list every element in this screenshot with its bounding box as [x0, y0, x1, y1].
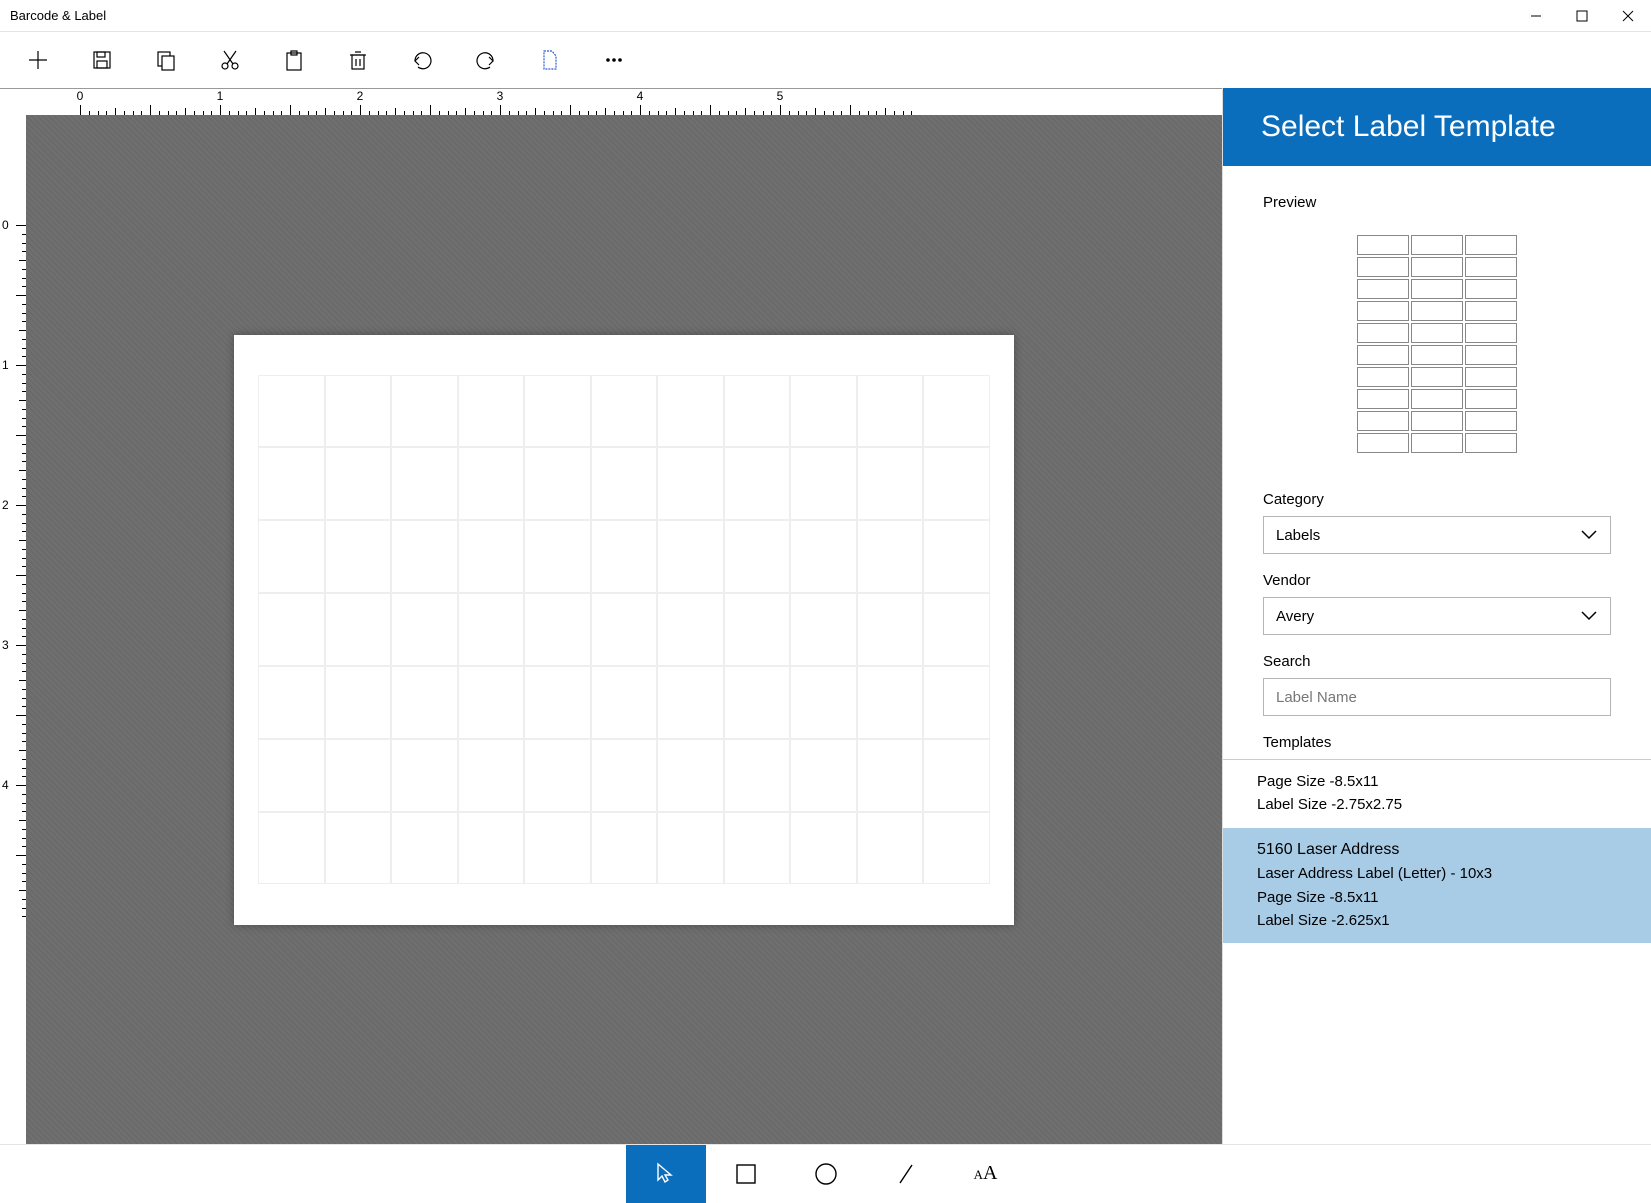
- paste-button[interactable]: [262, 32, 326, 88]
- new-button[interactable]: [6, 32, 70, 88]
- template-item[interactable]: 5160 Laser Address Laser Address Label (…: [1223, 828, 1651, 944]
- text-icon: AA: [974, 1162, 998, 1185]
- minimize-button[interactable]: [1513, 0, 1559, 32]
- panel-title: Select Label Template: [1223, 88, 1651, 166]
- preview-label: Preview: [1263, 194, 1611, 211]
- app-title: Barcode & Label: [10, 8, 1513, 23]
- copy-button[interactable]: [134, 32, 198, 88]
- more-button[interactable]: [582, 32, 646, 88]
- top-toolbar: [0, 32, 1651, 88]
- template-preview: [1263, 235, 1611, 453]
- category-label: Category: [1263, 491, 1611, 508]
- template-item[interactable]: Page Size -8.5x11 Label Size -2.75x2.75: [1223, 760, 1651, 828]
- template-label-size: Label Size -2.625x1: [1257, 909, 1617, 932]
- redo-button[interactable]: [454, 32, 518, 88]
- vendor-label: Vendor: [1263, 572, 1611, 589]
- save-button[interactable]: [70, 32, 134, 88]
- template-page-size: Page Size -8.5x11: [1257, 886, 1617, 909]
- template-label-size: Label Size -2.75x2.75: [1257, 793, 1617, 816]
- canvas-background[interactable]: [26, 115, 1222, 1144]
- ellipse-tool[interactable]: [786, 1145, 866, 1203]
- rectangle-tool[interactable]: [706, 1145, 786, 1203]
- close-button[interactable]: [1605, 0, 1651, 32]
- templates-list: Page Size -8.5x11 Label Size -2.75x2.75 …: [1223, 759, 1651, 943]
- template-page-size: Page Size -8.5x11: [1257, 770, 1617, 793]
- line-tool[interactable]: [866, 1145, 946, 1203]
- delete-button[interactable]: [326, 32, 390, 88]
- chevron-down-icon: [1580, 610, 1598, 622]
- chevron-down-icon: [1580, 529, 1598, 541]
- canvas-area: 012345 01234: [0, 88, 1222, 1144]
- template-desc: Laser Address Label (Letter) - 10x3: [1257, 862, 1617, 885]
- category-value: Labels: [1276, 527, 1320, 544]
- maximize-button[interactable]: [1559, 0, 1605, 32]
- titlebar: Barcode & Label: [0, 0, 1651, 32]
- search-input[interactable]: [1263, 678, 1611, 716]
- page-button[interactable]: [518, 32, 582, 88]
- select-tool[interactable]: [626, 1145, 706, 1203]
- template-panel: Select Label Template Preview Category L…: [1222, 88, 1651, 1144]
- templates-label: Templates: [1263, 734, 1611, 751]
- text-tool[interactable]: AA: [946, 1145, 1026, 1203]
- cut-button[interactable]: [198, 32, 262, 88]
- ruler-horizontal: 012345: [26, 89, 1222, 115]
- vendor-value: Avery: [1276, 608, 1314, 625]
- template-title: 5160 Laser Address: [1257, 838, 1617, 863]
- vendor-dropdown[interactable]: Avery: [1263, 597, 1611, 635]
- ruler-vertical: 01234: [0, 115, 26, 1144]
- category-dropdown[interactable]: Labels: [1263, 516, 1611, 554]
- undo-button[interactable]: [390, 32, 454, 88]
- bottom-toolbar: AA: [0, 1144, 1651, 1202]
- search-label: Search: [1263, 653, 1611, 670]
- page[interactable]: [234, 335, 1014, 925]
